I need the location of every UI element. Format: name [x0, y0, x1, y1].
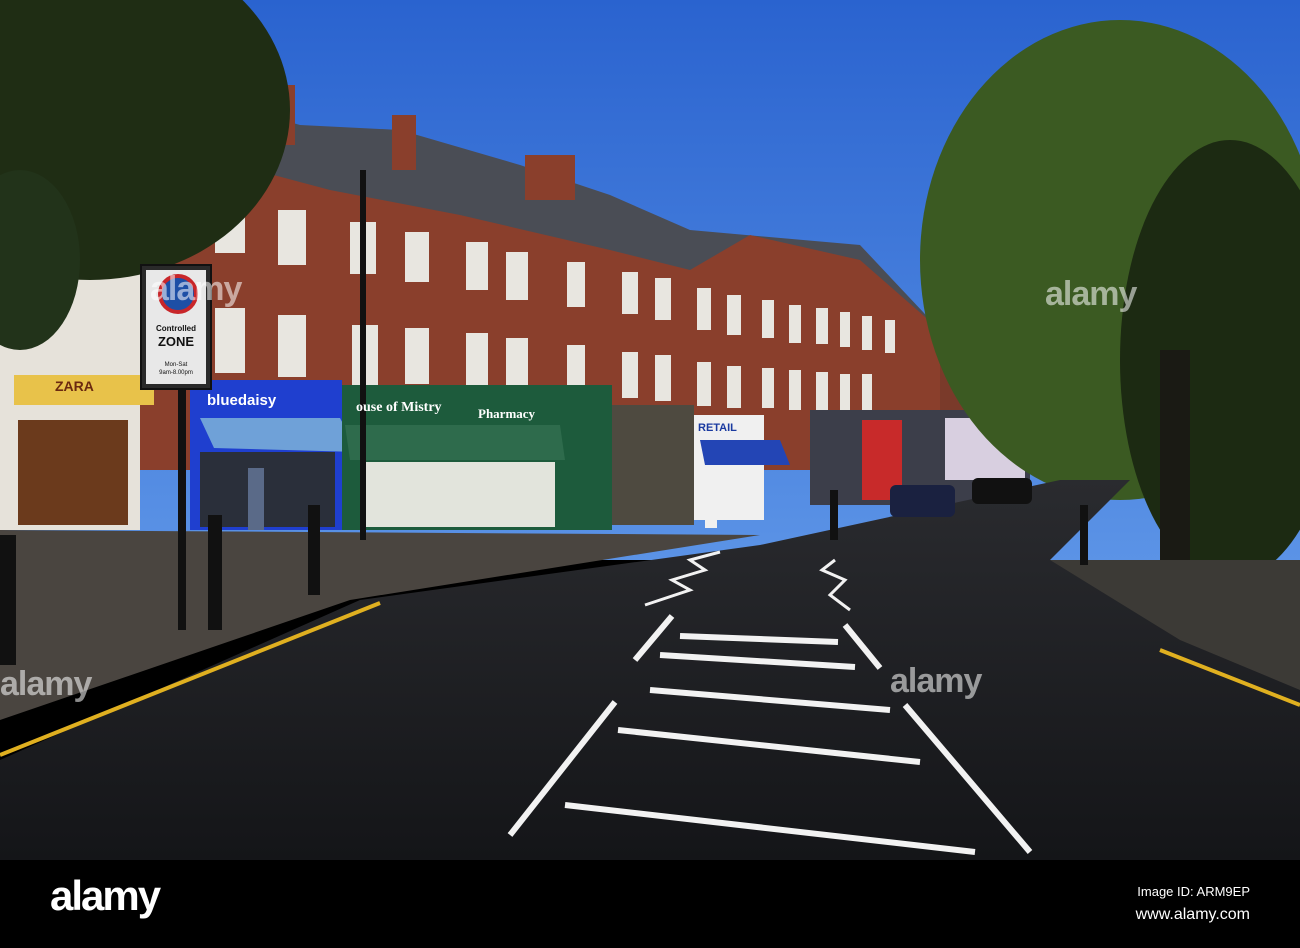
tree-trunk — [1160, 350, 1190, 580]
image-id: Image ID: ARM9EP — [1137, 884, 1250, 899]
retail-sign: RETAIL — [698, 422, 737, 434]
watermark: alamy — [1045, 275, 1137, 313]
sign-text: Controlled — [156, 324, 196, 333]
watermark: alamy — [890, 662, 982, 700]
street-scene-photo — [0, 0, 1300, 860]
site-url: www.alamy.com — [1135, 906, 1250, 923]
pharmacy-sign: Pharmacy — [478, 406, 536, 421]
house-of-mistry-sign: ouse of Mistry — [356, 400, 442, 415]
cafe-shop — [612, 405, 694, 525]
chimney — [392, 115, 416, 170]
sign-text: Mon-Sat — [164, 362, 188, 368]
chimney — [525, 155, 575, 200]
mistry-window — [365, 462, 555, 527]
retail-awning — [700, 440, 790, 465]
sign-text: ZONE — [157, 334, 195, 349]
watermark: alamy — [150, 270, 242, 308]
alamy-logo: alamy — [50, 872, 161, 919]
bluedaisy-awning — [200, 418, 358, 452]
zara-doors — [18, 420, 128, 525]
watermark: alamy — [0, 665, 92, 703]
zara-sign: ZARA — [55, 378, 94, 394]
sign-text: 9am-8.00pm — [159, 370, 193, 376]
car — [890, 485, 955, 517]
car — [972, 478, 1032, 504]
photo-frame: ZARA Controlled ZONE Mon-Sat 9am-8.00pm … — [0, 0, 1300, 948]
bluedaisy-sign: bluedaisy — [207, 392, 277, 409]
pedestrian — [248, 468, 264, 530]
pedestrian — [705, 488, 717, 528]
green-awning — [345, 425, 565, 460]
